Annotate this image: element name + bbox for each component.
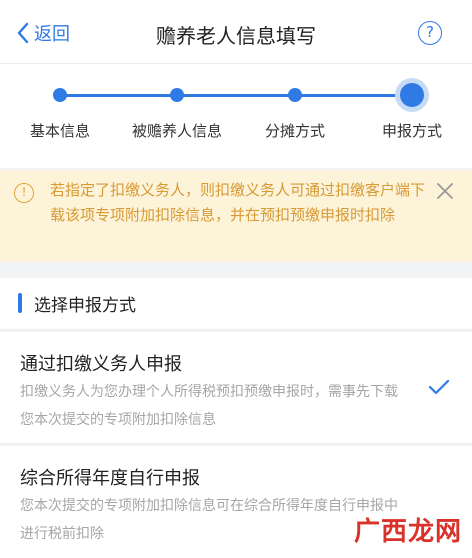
page-title: 赡养老人信息填写 (156, 24, 316, 48)
warning-icon: ! (14, 183, 34, 203)
step-dot-basic-info (53, 88, 67, 102)
step-dot-allocation (288, 88, 302, 102)
help-icon[interactable]: ? (418, 21, 442, 45)
option-title: 综合所得年度自行申报 (20, 468, 200, 489)
step-label-allocation: 分摊方式 (264, 122, 326, 140)
nav-header: 返回 赡养老人信息填写 ? (0, 0, 472, 64)
stepper-line (60, 94, 412, 97)
notice-text: 若指定了扣缴义务人，则扣缴义务人可通过扣缴客户端下载该项专项附加扣除信息，并在预… (50, 181, 426, 224)
close-icon[interactable] (434, 180, 456, 202)
step-label-dependent-info: 被赡养人信息 (131, 122, 223, 140)
section-header: 选择申报方式 (0, 278, 472, 330)
step-dot-dependent-info (170, 88, 184, 102)
watermark-logo: 广西龙网 (353, 517, 462, 547)
section-accent-bar (18, 293, 22, 313)
progress-stepper: 基本信息 被赡养人信息 分摊方式 申报方式 (0, 64, 472, 168)
step-label-basic-info: 基本信息 (29, 122, 91, 140)
step-label-declaration: 申报方式 (381, 122, 443, 140)
step-dot-declaration (400, 83, 424, 107)
section-title: 选择申报方式 (34, 296, 136, 316)
notice-banner: ! 若指定了扣缴义务人，则扣缴义务人可通过扣缴客户端下载该项专项附加扣除信息，并… (0, 170, 472, 262)
option-title: 通过扣缴义务人申报 (20, 354, 182, 375)
checkmark-icon (428, 379, 450, 395)
option-withholding-agent[interactable]: 通过扣缴义务人申报 扣缴义务人为您办理个人所得税预扣预缴申报时，需事先下载您本次… (0, 332, 472, 444)
option-description: 扣缴义务人为您办理个人所得税预扣预缴申报时，需事先下载您本次提交的专项附加扣除信… (20, 384, 398, 428)
